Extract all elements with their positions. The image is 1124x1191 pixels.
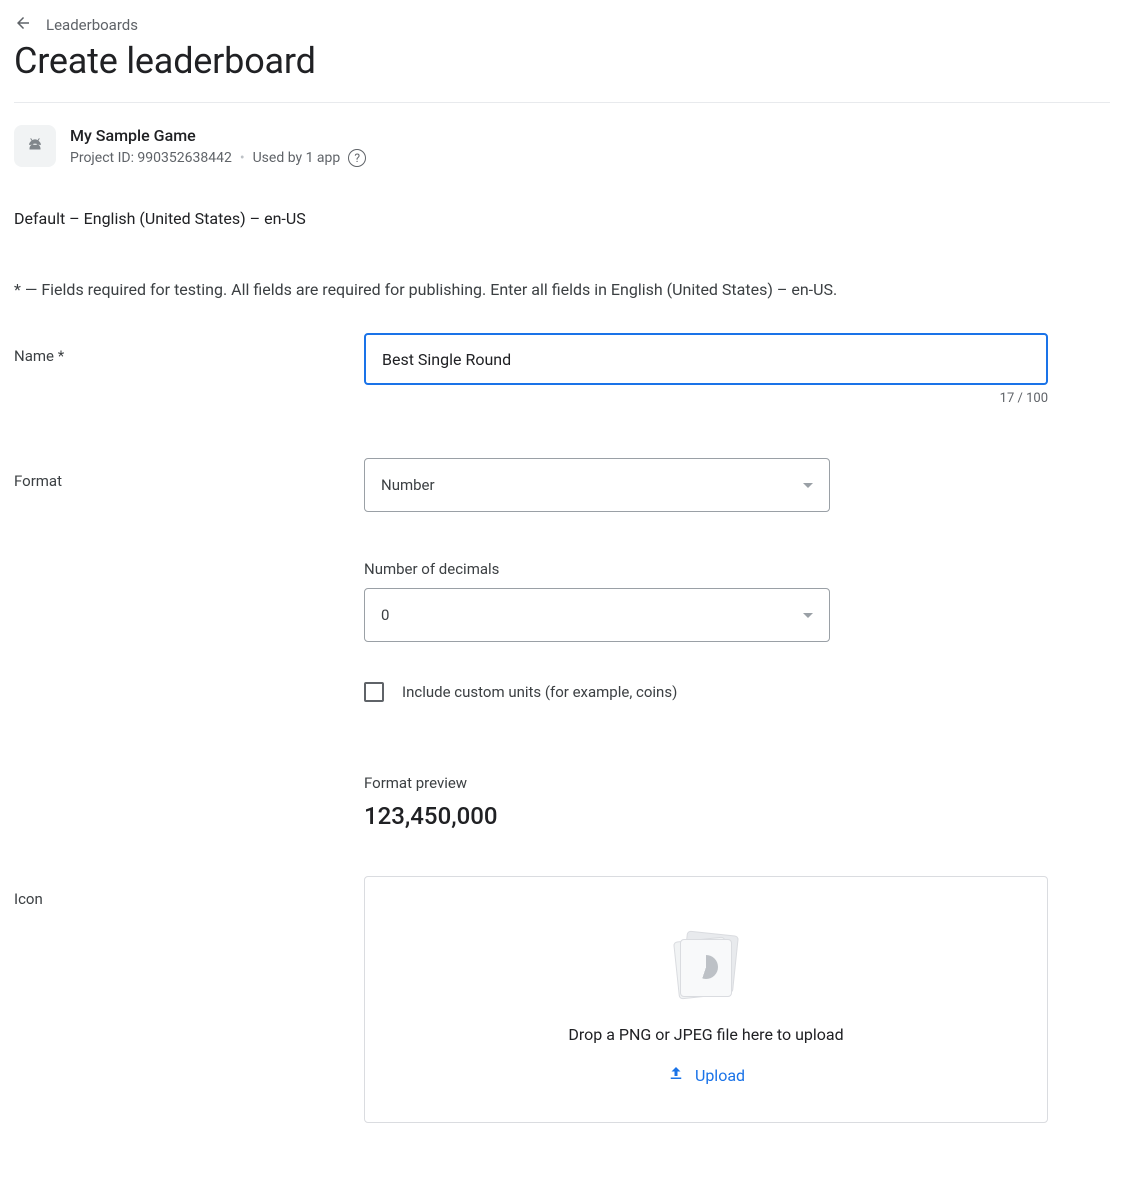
format-select[interactable]: Number: [364, 458, 830, 512]
breadcrumb-label: Leaderboards: [46, 16, 138, 34]
project-summary: My Sample Game Project ID: 990352638442 …: [14, 125, 1110, 167]
locale-line: Default – English (United States) – en-U…: [14, 209, 1110, 228]
page-title: Create leaderboard: [14, 40, 1110, 103]
icon-dropzone[interactable]: Drop a PNG or JPEG file here to upload U…: [364, 876, 1048, 1123]
decimals-select[interactable]: 0: [364, 588, 830, 642]
separator-dot: •: [240, 150, 245, 166]
upload-button[interactable]: Upload: [667, 1064, 745, 1086]
upload-icon: [667, 1064, 685, 1086]
breadcrumb[interactable]: Leaderboards: [14, 14, 1110, 36]
format-preview-label: Format preview: [364, 774, 1110, 792]
required-note: * — Fields required for testing. All fie…: [14, 280, 1110, 299]
chevron-down-icon: [803, 613, 813, 618]
name-label: Name *: [14, 333, 364, 365]
upload-label: Upload: [695, 1066, 745, 1085]
decimals-label: Number of decimals: [364, 560, 1110, 578]
name-char-counter: 17 / 100: [364, 391, 1048, 406]
custom-units-label: Include custom units (for example, coins…: [402, 683, 677, 701]
project-name: My Sample Game: [70, 126, 366, 145]
drop-instructions: Drop a PNG or JPEG file here to upload: [568, 1025, 843, 1044]
file-stack-icon: [670, 933, 742, 1005]
project-avatar: [14, 125, 56, 167]
back-arrow-icon[interactable]: [14, 14, 32, 36]
icon-label: Icon: [14, 876, 364, 908]
decimals-selected: 0: [381, 606, 389, 624]
format-selected: Number: [381, 476, 435, 494]
project-usage: Used by 1 app: [253, 150, 341, 166]
format-preview-value: 123,450,000: [364, 802, 1110, 830]
custom-units-checkbox[interactable]: [364, 682, 384, 702]
project-id: Project ID: 990352638442: [70, 150, 232, 166]
android-icon: [24, 133, 46, 159]
help-icon[interactable]: ?: [348, 149, 366, 167]
name-input[interactable]: [364, 333, 1048, 385]
format-label: Format: [14, 458, 364, 490]
chevron-down-icon: [803, 483, 813, 488]
